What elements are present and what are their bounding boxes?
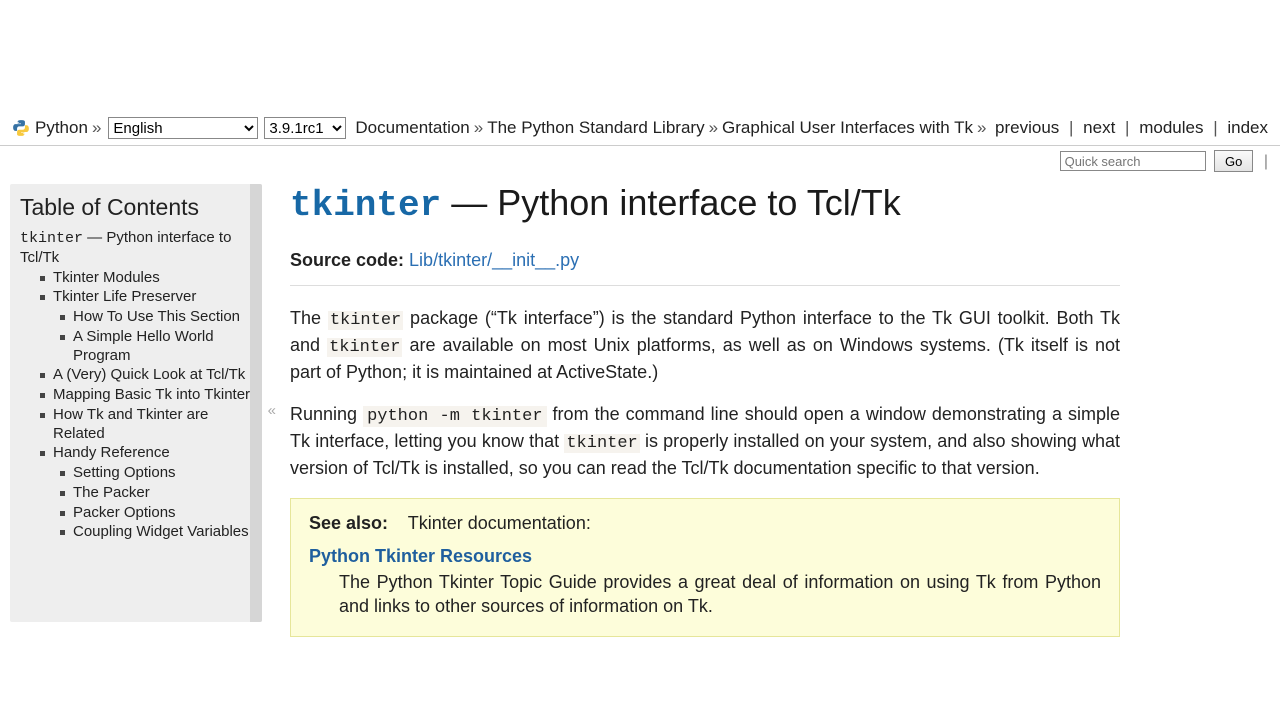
- python-home-link[interactable]: Python: [35, 118, 88, 138]
- see-also-intro: Tkinter documentation:: [408, 513, 591, 533]
- top-nav: Python » English 3.9.1rc1 Documentation …: [0, 108, 1280, 146]
- sidebar-collapse-icon[interactable]: «: [268, 402, 276, 419]
- see-also-resource-link[interactable]: Python Tkinter Resources: [309, 546, 532, 566]
- search-input[interactable]: [1060, 151, 1206, 171]
- sep: »: [474, 118, 483, 138]
- search-go-button[interactable]: Go: [1214, 150, 1253, 172]
- toc-item-mapping[interactable]: Mapping Basic Tk into Tkinter: [40, 386, 252, 405]
- divider: [290, 285, 1120, 286]
- language-select[interactable]: English: [108, 117, 258, 139]
- python-logo-icon: [12, 119, 30, 137]
- version-select[interactable]: 3.9.1rc1: [264, 117, 346, 139]
- breadcrumb-gui[interactable]: Graphical User Interfaces with Tk: [722, 118, 973, 138]
- toc-item-modules[interactable]: Tkinter Modules: [40, 269, 252, 288]
- toc-item-life[interactable]: Tkinter Life Preserver: [40, 288, 252, 307]
- toc-item-packeropt[interactable]: Packer Options: [60, 504, 252, 523]
- toc-item-related[interactable]: How Tk and Tkinter are Related: [40, 406, 252, 444]
- sep: »: [977, 118, 986, 138]
- toc-heading: Table of Contents: [20, 194, 252, 221]
- nav-modules[interactable]: modules: [1139, 118, 1203, 137]
- breadcrumb-stdlib[interactable]: The Python Standard Library: [487, 118, 704, 138]
- toc-sidebar: Table of Contents tkinter — Python inter…: [10, 184, 262, 622]
- intro-paragraph-2: Running python -m tkinter from the comma…: [290, 402, 1120, 480]
- toc-item-quick[interactable]: A (Very) Quick Look at Tcl/Tk: [40, 366, 252, 385]
- see-also-box: See also: Tkinter documentation: Python …: [290, 498, 1120, 637]
- toc-item-packer[interactable]: The Packer: [60, 484, 252, 503]
- toc-item-coupling[interactable]: Coupling Widget Variables: [60, 523, 252, 542]
- search-row: Go |: [0, 146, 1280, 176]
- breadcrumb-documentation[interactable]: Documentation: [355, 118, 469, 138]
- toc-item-hello[interactable]: A Simple Hello World Program: [60, 328, 252, 366]
- intro-paragraph-1: The tkinter package (“Tk interface”) is …: [290, 306, 1120, 384]
- sep: »: [709, 118, 718, 138]
- nav-index[interactable]: index: [1227, 118, 1268, 137]
- search-trail: |: [1264, 153, 1268, 171]
- sep: »: [92, 118, 101, 138]
- nav-previous[interactable]: previous: [995, 118, 1059, 137]
- nav-right-links: previous | next | modules | index: [995, 118, 1268, 138]
- page-title: tkinter — Python interface to Tcl/Tk: [290, 182, 1120, 226]
- nav-next[interactable]: next: [1083, 118, 1115, 137]
- source-code-link[interactable]: Lib/tkinter/__init__.py: [409, 250, 579, 270]
- main-content: tkinter — Python interface to Tcl/Tk Sou…: [262, 176, 1280, 657]
- toc-item-setopt[interactable]: Setting Options: [60, 464, 252, 483]
- toc-top-item[interactable]: tkinter — Python interface to Tcl/Tk: [20, 229, 252, 268]
- source-code-line: Source code: Lib/tkinter/__init__.py: [290, 250, 1120, 271]
- toc-item-howto[interactable]: How To Use This Section: [60, 308, 252, 327]
- toc-item-handy[interactable]: Handy Reference: [40, 444, 252, 463]
- see-also-resource-desc: The Python Tkinter Topic Guide provides …: [339, 571, 1101, 618]
- see-also-label: See also:: [309, 513, 388, 533]
